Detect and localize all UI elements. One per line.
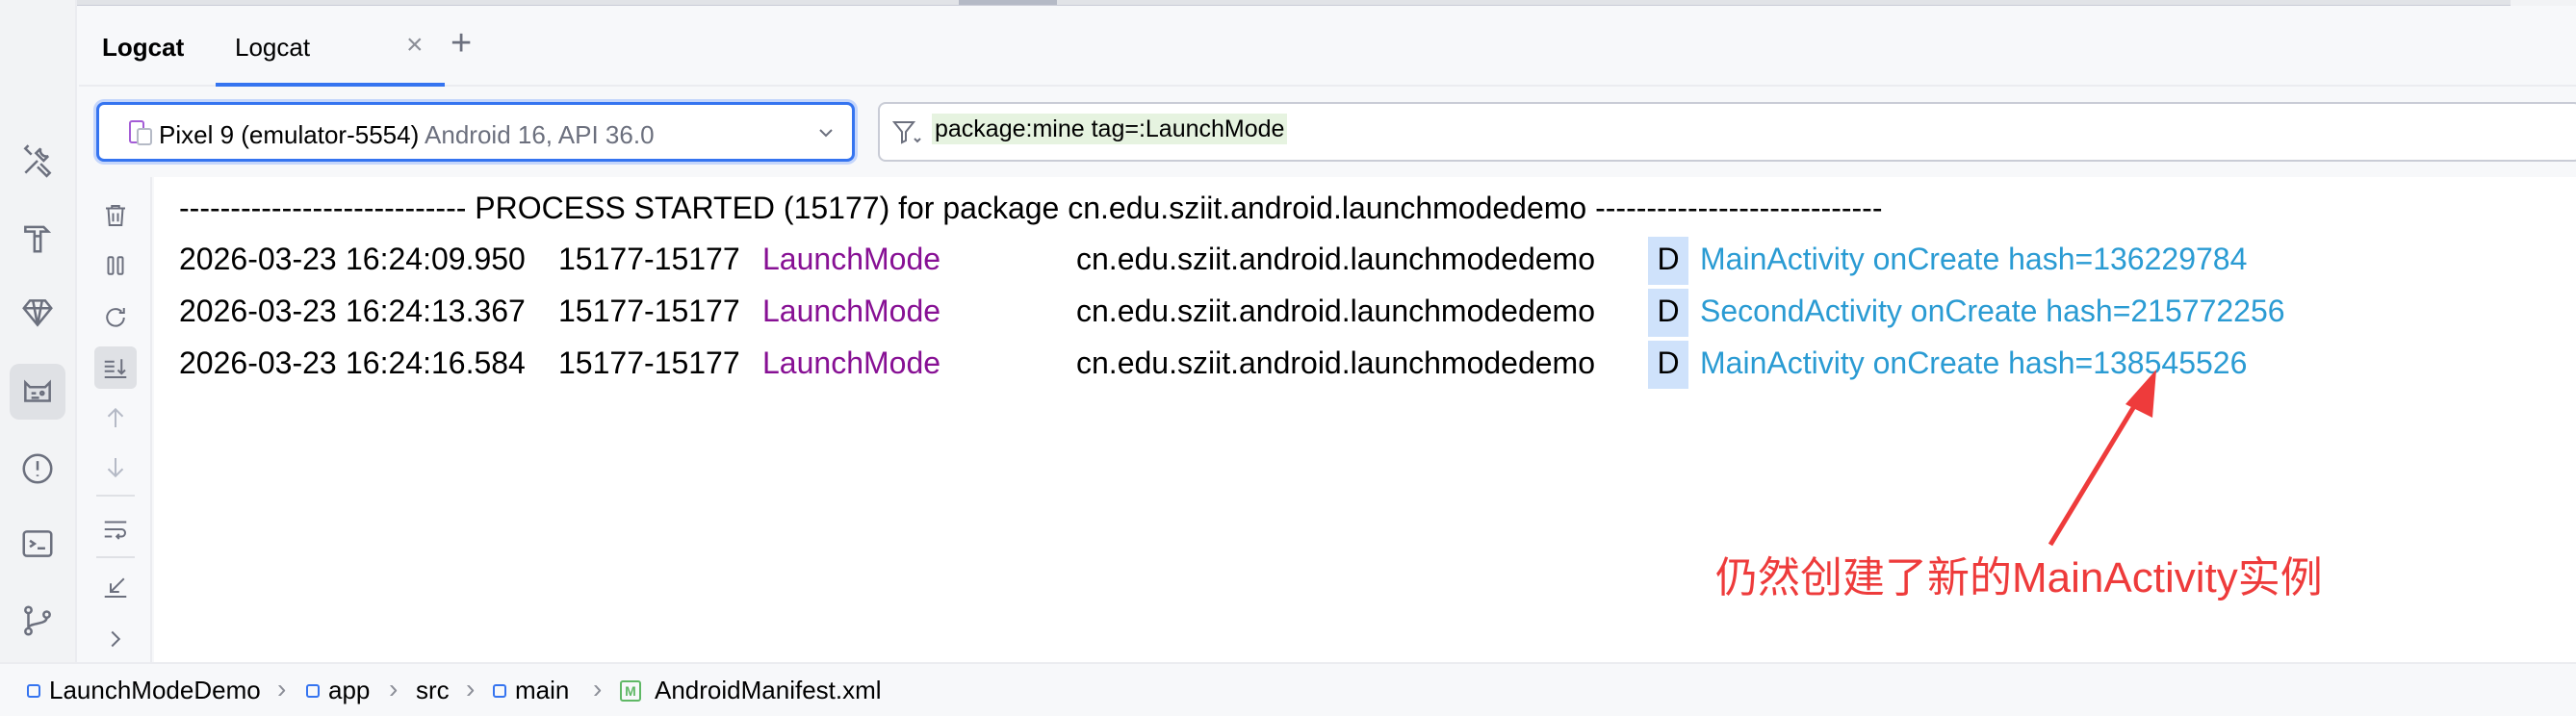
filter-query: package:mine tag=:LaunchMode [932,114,1288,144]
warning-circle-icon [22,453,53,484]
log-package: cn.edu.sziit.android.launchmodedemo [1076,242,1595,276]
breadcrumb-label: src [416,676,450,704]
log-pid: 15177-15177 [558,242,740,276]
log-time: 16:24:09.950 [346,242,526,276]
trash-icon [106,205,125,226]
previous-occurrence-button[interactable] [94,396,137,439]
breadcrumb-folder-main[interactable]: main [493,676,569,705]
logcat-button[interactable] [10,364,65,420]
build-tools-button[interactable] [10,133,65,189]
log-pid: 15177-15177 [558,294,740,328]
device-label: Pixel 9 (emulator-5554) Android 16, API … [159,120,655,150]
log-message: MainActivity onCreate hash=136229784 [1700,242,2248,276]
annotation-arrow [2048,370,2156,547]
log-time: 16:24:13.367 [346,294,526,328]
toolbar-separator [96,495,135,497]
tool-window-header: Logcat Logcat × + [79,6,2576,87]
arrow-down-icon [107,458,124,478]
log-entry[interactable]: 2026-03-23 16:24:09.950 15177-15177 Laun… [179,237,2489,285]
pause-button[interactable] [94,244,137,287]
logcat-filter-input[interactable]: package:mine tag=:LaunchMode [878,102,2576,162]
next-occurrence-button[interactable] [94,447,137,489]
log-tag: LaunchMode [762,345,941,380]
filter-query-text: package:mine tag=:LaunchMode [932,114,1288,144]
log-package: cn.edu.sziit.android.launchmodedemo [1076,294,1595,328]
tab-label: Logcat [235,33,311,62]
pause-icon [107,256,124,275]
log-message: SecondActivity onCreate hash=215772256 [1700,294,2285,328]
breadcrumb-separator-icon: › [277,674,287,703]
terminal-icon [22,530,53,557]
arrow-up-icon [107,407,124,427]
build-button[interactable] [10,210,65,266]
clear-logcat-button[interactable] [94,194,137,237]
breadcrumb-folder-src[interactable]: src [416,676,450,705]
breadcrumb-module[interactable]: app [306,676,370,705]
process-started-line: ---------------------------- PROCESS STA… [179,191,1883,225]
chevron-down-icon [819,129,833,138]
module-icon [27,683,40,698]
scroll-to-end-button[interactable] [94,346,137,389]
log-pid: 15177-15177 [558,345,740,380]
collapse-button[interactable] [94,566,137,608]
breadcrumb-file[interactable]: M AndroidManifest.xml [620,676,882,705]
more-actions-button[interactable] [94,618,137,660]
log-level: D [1648,289,1688,337]
restart-button[interactable] [94,296,137,339]
chevron-right-icon [111,630,121,648]
module-icon [493,683,506,698]
tools-icon [23,144,52,178]
log-time: 16:24:16.584 [346,345,526,380]
breadcrumb-separator-icon: › [466,674,476,703]
hammer-icon [24,225,52,253]
ide-window: Logcat Logcat × + Pixel 9 (emulator-5554… [0,0,2576,716]
activity-bar [0,0,77,662]
log-date: 2026-03-23 [179,345,337,380]
diamond-icon [22,299,53,327]
log-level: D [1648,341,1688,389]
tab-active-indicator [216,83,445,87]
manifest-file-icon: M [620,679,641,702]
version-control-button[interactable] [10,593,65,649]
soft-wrap-icon [104,521,127,540]
filter-icon[interactable] [891,117,924,148]
terminal-button[interactable] [10,516,65,572]
breadcrumb-project[interactable]: LaunchModeDemo [27,676,261,705]
soft-wrap-button[interactable] [94,508,137,550]
close-tab-icon[interactable]: × [406,29,424,62]
toolbar-separator [96,556,135,558]
breadcrumb-separator-icon: › [389,674,399,703]
tab-logcat[interactable]: Logcat × [216,6,445,87]
device-selector[interactable]: Pixel 9 (emulator-5554) Android 16, API … [96,102,855,162]
logcat-toolbar [79,177,152,662]
breadcrumb-separator-icon: › [593,674,603,703]
editor-scrollbar-thumb[interactable] [959,0,1057,5]
log-tag: LaunchMode [762,294,941,328]
device-api: Android 16, API 36.0 [425,120,655,149]
breadcrumb-label: app [328,676,371,704]
log-package: cn.edu.sziit.android.launchmodedemo [1076,345,1595,380]
breadcrumb-label: AndroidManifest.xml [655,676,882,704]
breadcrumb-label: LaunchModeDemo [49,676,261,704]
device-icon [129,120,152,145]
log-entry[interactable]: 2026-03-23 16:24:13.367 15177-15177 Laun… [179,289,2489,337]
refresh-icon [106,308,125,327]
problems-button[interactable] [10,441,65,497]
add-tab-button[interactable]: + [451,23,472,64]
device-name: Pixel 9 (emulator-5554) [159,120,420,149]
gemini-button[interactable] [10,285,65,341]
log-date: 2026-03-23 [179,242,337,276]
scroll-to-end-icon [104,359,127,378]
log-tag: LaunchMode [762,242,941,276]
tool-window-title: Logcat [102,33,185,62]
logcat-cat-icon [24,379,51,402]
navigation-bar: LaunchModeDemo › app › src › main › M And… [0,662,2576,716]
log-level: D [1648,237,1688,285]
collapse-icon [104,577,127,598]
log-date: 2026-03-23 [179,294,337,328]
module-icon [306,683,320,698]
git-branch-icon [24,605,51,636]
breadcrumb-label: main [515,676,570,704]
annotation-text: 仍然创建了新的MainActivity实例 [1715,554,2323,601]
